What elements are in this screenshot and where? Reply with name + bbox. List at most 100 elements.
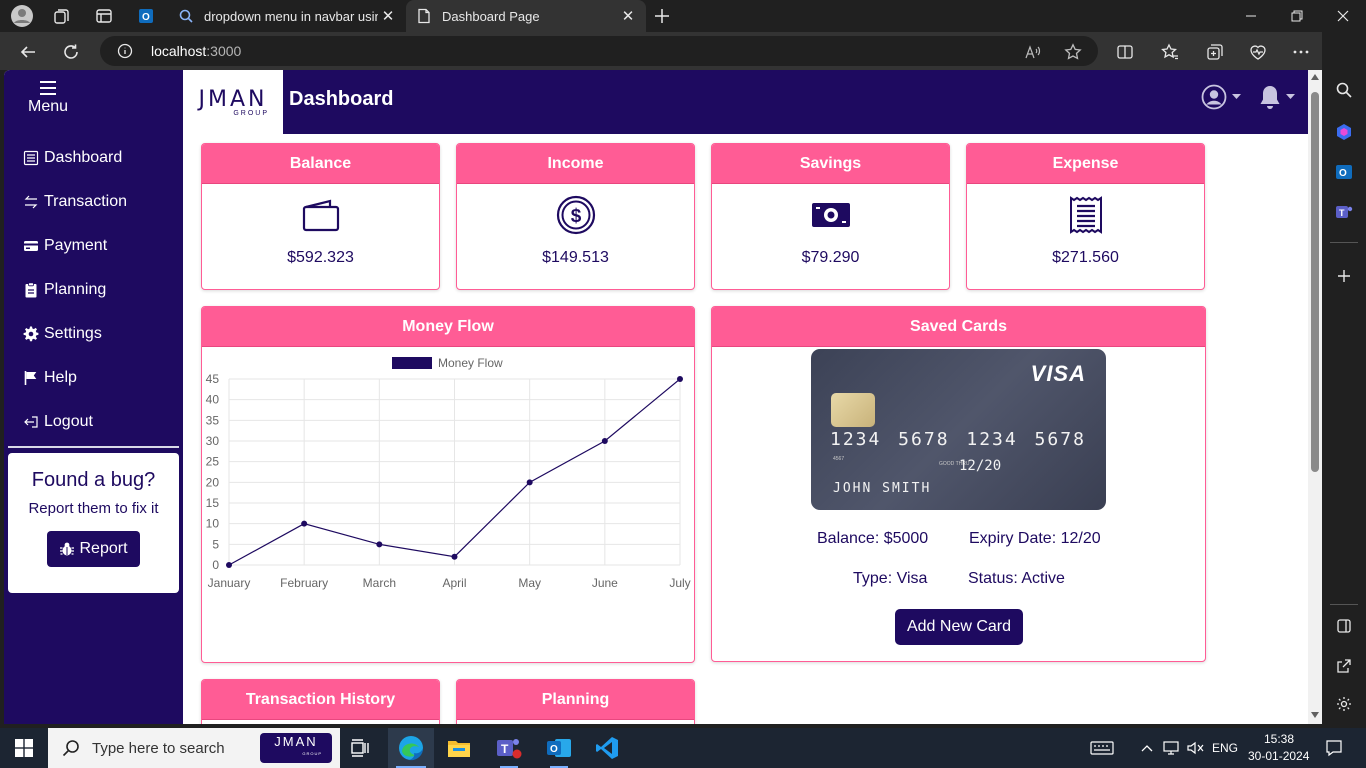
- scroll-up-icon[interactable]: [1311, 74, 1319, 80]
- transaction-history-card: Transaction History: [201, 679, 440, 724]
- info-icon[interactable]: [117, 43, 133, 59]
- menu-toggle[interactable]: Menu: [4, 80, 92, 116]
- data-point[interactable]: [677, 376, 683, 382]
- notification-center-icon[interactable]: [1320, 728, 1348, 768]
- restore-icon[interactable]: [1274, 0, 1320, 32]
- new-tab-icon[interactable]: [650, 4, 674, 28]
- collections-icon[interactable]: [1202, 39, 1228, 65]
- clock-time[interactable]: 15:38: [1264, 732, 1294, 746]
- more-options-icon[interactable]: [1288, 39, 1314, 65]
- stat-value: $271.560: [1052, 249, 1119, 266]
- dollar-circle-icon: $: [556, 195, 596, 235]
- clock-date[interactable]: 30-01-2024: [1248, 749, 1309, 763]
- card-balance: Balance: $5000: [817, 530, 929, 547]
- tab-dropdown-menu[interactable]: dropdown menu in navbar using ✕: [168, 0, 406, 32]
- data-point[interactable]: [526, 479, 533, 486]
- split-screen-icon[interactable]: [1112, 39, 1138, 65]
- line-chart: 0 5 10 15 20 25 30 35 40 45 January February March Ap…: [206, 356, 691, 590]
- sidebar-item-transaction[interactable]: Transaction: [22, 188, 127, 216]
- sidebar-item-logout[interactable]: Logout: [22, 408, 93, 436]
- close-icon[interactable]: ✕: [378, 6, 398, 26]
- copilot-app-icon[interactable]: [1332, 120, 1356, 144]
- refresh-icon[interactable]: [58, 39, 84, 65]
- scroll-thumb[interactable]: [1311, 92, 1319, 472]
- page-scrollbar[interactable]: [1308, 70, 1322, 724]
- stat-card-title: Balance: [202, 144, 439, 184]
- file-explorer-icon[interactable]: [436, 728, 482, 768]
- cash-icon: [811, 195, 851, 235]
- sidebar-item-planning[interactable]: Planning: [22, 276, 106, 304]
- chevron-up-icon[interactable]: [1136, 728, 1158, 768]
- report-button[interactable]: Report: [47, 531, 140, 567]
- add-new-card-button[interactable]: Add New Card: [895, 609, 1023, 645]
- data-point[interactable]: [451, 553, 458, 560]
- window-close-icon[interactable]: [1320, 0, 1366, 32]
- data-point[interactable]: [601, 438, 608, 444]
- profile-icon[interactable]: [10, 4, 34, 28]
- open-external-icon[interactable]: [1332, 654, 1356, 678]
- browser-essentials-icon[interactable]: [1245, 39, 1271, 65]
- tab-dashboard-page[interactable]: Dashboard Page ✕: [406, 0, 646, 32]
- add-icon[interactable]: [1332, 264, 1356, 288]
- stat-card-balance: Balance $592.323: [201, 143, 440, 290]
- vscode-taskbar-icon[interactable]: [584, 728, 630, 768]
- windows-start-icon[interactable]: [0, 728, 48, 768]
- sidebar-item-label: Help: [44, 369, 77, 386]
- svg-text:O: O: [142, 12, 150, 23]
- credit-card-image: VISA 1234 5678 1234 5678 4567 GOOD THRU …: [811, 349, 1106, 510]
- page-title: Dashboard: [289, 88, 394, 110]
- workspaces-icon[interactable]: [50, 4, 74, 28]
- back-icon[interactable]: [15, 39, 41, 65]
- data-point[interactable]: [226, 562, 232, 568]
- sidebar-item-settings[interactable]: Settings: [22, 320, 102, 348]
- page-icon: [418, 8, 430, 24]
- y-tick-label: 20: [206, 475, 220, 489]
- task-view-icon[interactable]: [340, 728, 380, 768]
- outlook-tab-icon[interactable]: O: [134, 4, 158, 28]
- language-indicator[interactable]: ENG: [1212, 741, 1238, 755]
- data-point[interactable]: [376, 541, 383, 548]
- saved-cards-title: Saved Cards: [712, 307, 1205, 347]
- teams-icon[interactable]: T: [1332, 200, 1356, 224]
- money-flow-card: Money Flow 0 5 10 15 20 25 30 35 40 45 January Febr…: [201, 306, 695, 663]
- url-field[interactable]: localhost:3000: [100, 36, 1098, 66]
- report-button-label: Report: [79, 540, 128, 557]
- tab-title: Dashboard Page: [442, 8, 540, 24]
- scroll-down-icon[interactable]: [1311, 712, 1319, 718]
- chevron-down-icon: [1232, 94, 1241, 99]
- notifications-menu[interactable]: [1258, 84, 1295, 110]
- outlook-icon[interactable]: O: [1332, 160, 1356, 184]
- outlook-taskbar-icon[interactable]: O: [536, 728, 582, 768]
- teams-taskbar-icon[interactable]: T: [486, 728, 532, 768]
- minimize-icon[interactable]: [1228, 0, 1274, 32]
- taskbar-search[interactable]: Type here to search JMAN GROUP: [48, 728, 340, 768]
- close-icon[interactable]: ✕: [618, 6, 638, 26]
- y-tick-label: 15: [206, 496, 220, 510]
- y-tick-label: 45: [206, 372, 220, 386]
- x-tick-label: June: [592, 576, 618, 590]
- sidebar-item-label: Dashboard: [44, 149, 123, 166]
- page-viewport: Menu Dashboard Transaction Payment Plann…: [4, 70, 1322, 724]
- planning-title: Planning: [457, 680, 694, 720]
- network-icon[interactable]: [1160, 728, 1182, 768]
- logo-subtext: GROUP: [233, 110, 269, 117]
- sidebar-toggle-icon[interactable]: [1332, 614, 1356, 638]
- tab-actions-icon[interactable]: [92, 4, 116, 28]
- jman-logo[interactable]: JMAN GROUP: [183, 70, 283, 134]
- edge-taskbar-icon[interactable]: [388, 728, 434, 768]
- user-menu[interactable]: [1201, 84, 1241, 110]
- search-icon[interactable]: [1332, 78, 1356, 102]
- favorite-star-icon[interactable]: [1060, 39, 1086, 65]
- sidebar-item-help[interactable]: Help: [22, 364, 77, 392]
- keyboard-icon[interactable]: [1088, 728, 1116, 768]
- read-aloud-icon[interactable]: [1020, 39, 1046, 65]
- sidebar-item-payment[interactable]: Payment: [22, 232, 107, 260]
- search-placeholder: Type here to search: [92, 739, 225, 757]
- sidebar-item-dashboard[interactable]: Dashboard: [22, 144, 122, 172]
- sidebar-settings-icon[interactable]: [1332, 692, 1356, 716]
- data-point[interactable]: [301, 520, 308, 527]
- favorites-icon[interactable]: [1157, 39, 1183, 65]
- search-icon: [62, 740, 79, 757]
- volume-muted-icon[interactable]: [1184, 728, 1206, 768]
- sidebar-item-label: Settings: [44, 325, 102, 342]
